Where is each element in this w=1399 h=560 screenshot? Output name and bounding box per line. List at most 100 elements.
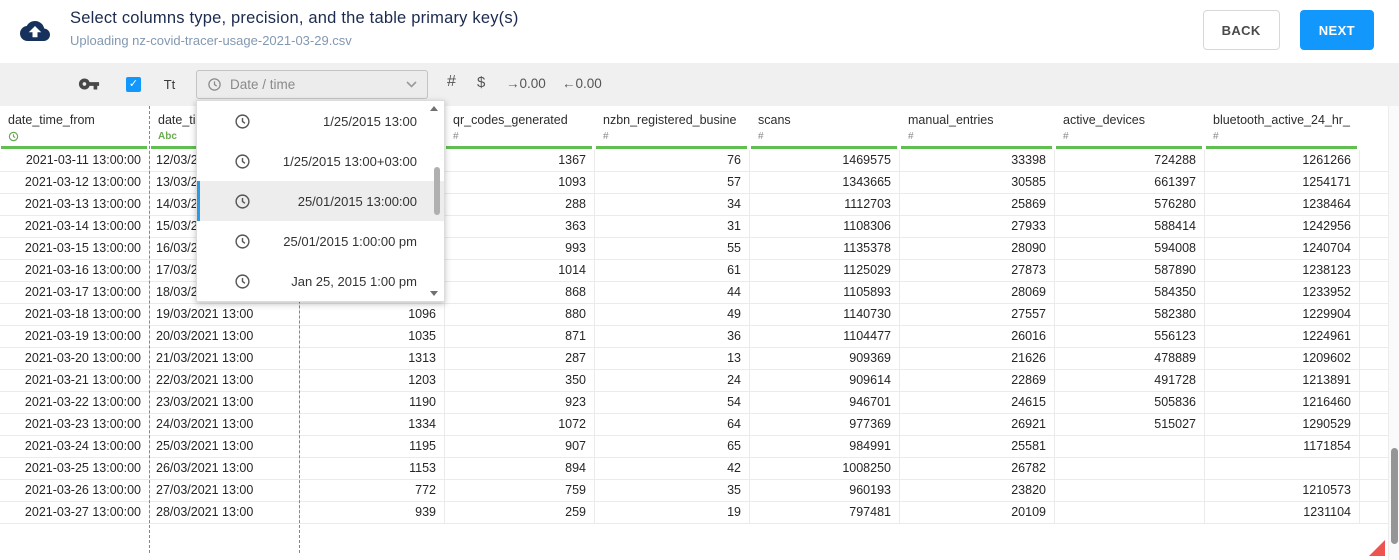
table-cell: 27933: [900, 216, 1055, 237]
table-cell: 993: [445, 238, 595, 259]
clock-icon: [235, 193, 250, 209]
column-header[interactable]: manual_entries #: [900, 106, 1055, 150]
table-row: 2021-03-19 13:00:00 20/03/2021 13:00 1035 8…: [0, 326, 1388, 348]
table-cell: 20109: [900, 502, 1055, 523]
header: Select columns type, precision, and the …: [0, 0, 1399, 63]
decrease-precision-button[interactable]: ←0.00: [562, 76, 602, 91]
table-cell: 25/03/2021 13:00: [150, 436, 300, 457]
column-header[interactable]: date_time_from: [0, 106, 150, 150]
vertical-scrollbar[interactable]: [1388, 106, 1399, 560]
table-cell: 1125029: [750, 260, 900, 281]
table-cell: 28069: [900, 282, 1055, 303]
table-cell: 724288: [1055, 150, 1205, 171]
type-dropdown-menu: 1/25/2015 13:00 1/25/2015 13:00+03:00 25…: [196, 100, 445, 302]
table-row: 2021-03-25 13:00:00 26/03/2021 13:00 1153 8…: [0, 458, 1388, 480]
table-cell: 1203: [300, 370, 445, 391]
dropdown-item[interactable]: 25/01/2015 13:00:00: [197, 181, 444, 221]
table-cell-filler: [1360, 370, 1388, 391]
column-type-row: #: [1213, 130, 1352, 142]
table-cell: 478889: [1055, 348, 1205, 369]
table-cell: 61: [595, 260, 750, 281]
column-type-label: #: [453, 130, 459, 142]
table-cell: 587890: [1055, 260, 1205, 281]
column-header[interactable]: qr_codes_generated #: [445, 106, 595, 150]
table-cell: 868: [445, 282, 595, 303]
text-type-button[interactable]: Tt: [155, 70, 184, 99]
page-title: Select columns type, precision, and the …: [70, 9, 519, 27]
column-include-checkbox[interactable]: ✓: [126, 77, 141, 92]
table-cell: 556123: [1055, 326, 1205, 347]
dropdown-item-label: Jan 25, 2015 1:00 pm: [291, 273, 417, 289]
dropdown-item-label: 1/25/2015 13:00+03:00: [282, 153, 417, 169]
table-cell: 1213891: [1205, 370, 1360, 391]
table-cell: 24/03/2021 13:00: [150, 414, 300, 435]
table-cell: 939: [300, 502, 445, 523]
table-cell: 1254171: [1205, 172, 1360, 193]
table-cell: 25869: [900, 194, 1055, 215]
column-type-label: Abc: [158, 130, 177, 142]
column-validity-bar: [1056, 146, 1202, 149]
table-row: 2021-03-24 13:00:00 25/03/2021 13:00 1195 9…: [0, 436, 1388, 458]
upload-status-text: Uploading nz-covid-tracer-usage-2021-03-…: [70, 33, 352, 48]
table-cell: 2021-03-22 13:00:00: [0, 392, 150, 413]
column-name: nzbn_registered_busine: [603, 113, 737, 127]
csv-import-window: Select columns type, precision, and the …: [0, 0, 1399, 560]
table-cell: 894: [445, 458, 595, 479]
table-cell: 960193: [750, 480, 900, 501]
table-cell: 584350: [1055, 282, 1205, 303]
back-button[interactable]: BACK: [1202, 10, 1280, 50]
column-type-row: [8, 130, 142, 142]
table-cell: 1216460: [1205, 392, 1360, 413]
number-type-button[interactable]: #: [447, 73, 456, 91]
table-cell: 1014: [445, 260, 595, 281]
table-cell: 27557: [900, 304, 1055, 325]
table-cell: 2021-03-20 13:00:00: [0, 348, 150, 369]
dropdown-item-label: 1/25/2015 13:00: [323, 113, 417, 129]
table-cell: 946701: [750, 392, 900, 413]
column-type-row: #: [908, 130, 1047, 142]
table-cell: 923: [445, 392, 595, 413]
table-cell: 35: [595, 480, 750, 501]
table-cell: 977369: [750, 414, 900, 435]
dropdown-item-label: 25/01/2015 1:00:00 pm: [283, 233, 417, 249]
table-cell: 909614: [750, 370, 900, 391]
column-header[interactable]: nzbn_registered_busine #: [595, 106, 750, 150]
table-row: 2021-03-23 13:00:00 24/03/2021 13:00 1334 1…: [0, 414, 1388, 436]
next-button[interactable]: NEXT: [1299, 10, 1374, 50]
column-name: scans: [758, 113, 791, 127]
dropdown-item[interactable]: 1/25/2015 13:00: [197, 101, 444, 141]
column-name: manual_entries: [908, 113, 994, 127]
table-cell: [1055, 458, 1205, 479]
table-cell: 2021-03-16 13:00:00: [0, 260, 150, 281]
currency-type-button[interactable]: $: [477, 74, 485, 91]
dropdown-scrollbar-thumb[interactable]: [434, 167, 440, 215]
dropdown-item[interactable]: 25/01/2015 1:00:00 pm: [197, 221, 444, 261]
table-cell: 1140730: [750, 304, 900, 325]
table-cell: 13: [595, 348, 750, 369]
chevron-down-icon: [406, 81, 417, 88]
table-cell: 2021-03-13 13:00:00: [0, 194, 150, 215]
dropdown-item[interactable]: 1/25/2015 13:00+03:00: [197, 141, 444, 181]
table-cell: 1229904: [1205, 304, 1360, 325]
column-header[interactable]: active_devices #: [1055, 106, 1205, 150]
increase-precision-button[interactable]: →0.00: [506, 76, 546, 91]
datetime-format-select[interactable]: Date / time: [196, 70, 428, 99]
table-cell: 2021-03-21 13:00:00: [0, 370, 150, 391]
dropdown-item[interactable]: Jan 25, 2015 1:00 pm: [197, 261, 444, 301]
column-type-label: #: [1213, 130, 1219, 142]
dropdown-scroll-up-arrow[interactable]: [430, 106, 438, 111]
table-cell: 1008250: [750, 458, 900, 479]
column-header[interactable]: bluetooth_active_24_hr_ #: [1205, 106, 1360, 150]
vertical-scrollbar-thumb[interactable]: [1391, 448, 1398, 544]
dropdown-scroll-down-arrow[interactable]: [430, 291, 438, 296]
table-cell: 350: [445, 370, 595, 391]
table-cell: 1195: [300, 436, 445, 457]
column-type-label: #: [603, 130, 609, 142]
table-cell: 1210573: [1205, 480, 1360, 501]
table-cell: 1209602: [1205, 348, 1360, 369]
column-header[interactable]: scans #: [750, 106, 900, 150]
primary-key-button[interactable]: [78, 73, 100, 98]
table-cell: 1233952: [1205, 282, 1360, 303]
table-cell: 594008: [1055, 238, 1205, 259]
table-cell: [1055, 436, 1205, 457]
